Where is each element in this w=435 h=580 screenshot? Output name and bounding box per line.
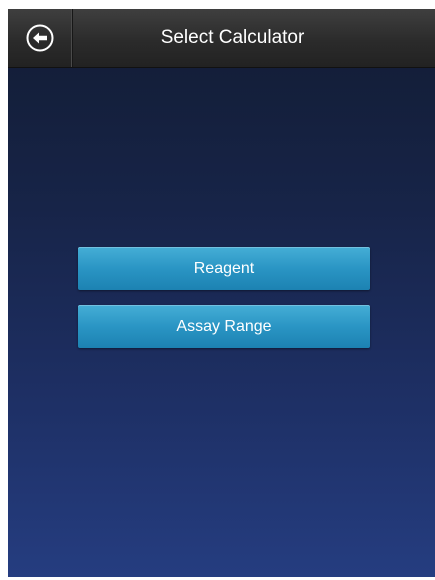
header-bar: Select Calculator [8, 9, 435, 68]
back-button[interactable] [8, 9, 73, 67]
back-arrow-icon [26, 24, 54, 52]
page-title: Select Calculator [160, 27, 305, 48]
reagent-button[interactable]: Reagent [78, 247, 370, 290]
app-screen: Select Calculator Reagent Assay Range [8, 9, 435, 577]
assay-range-button[interactable]: Assay Range [78, 305, 370, 348]
